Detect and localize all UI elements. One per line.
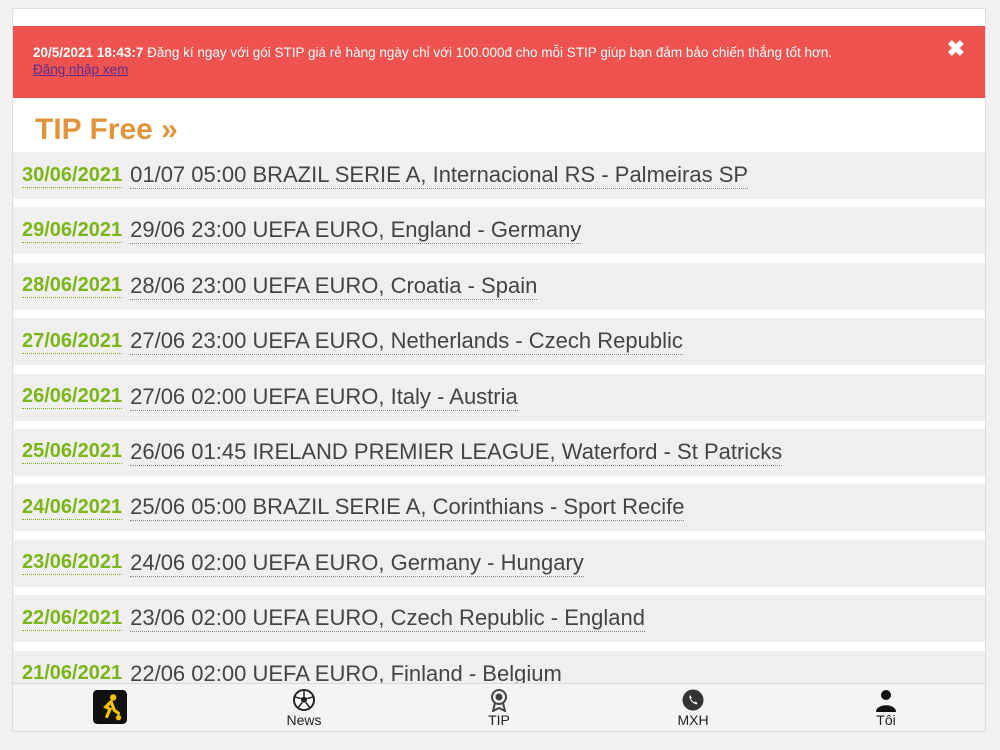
medal-icon — [491, 689, 507, 712]
tip-row[interactable]: 24/06/2021 25/06 05:00 BRAZIL SERIE A, Co… — [13, 484, 985, 532]
tip-row[interactable]: 30/06/2021 01/07 05:00 BRAZIL SERIE A, In… — [13, 152, 985, 199]
tip-row[interactable]: 26/06/2021 27/06 02:00 UEFA EURO, Italy -… — [13, 373, 985, 421]
tip-row[interactable]: 22/06/2021 23/06 02:00 UEFA EURO, Czech R… — [13, 595, 985, 643]
tip-row[interactable]: 28/06/2021 28/06 23:00 UEFA EURO, Croatia… — [13, 262, 985, 310]
soccer-ball-icon — [293, 689, 315, 711]
user-icon — [876, 690, 896, 712]
tip-text[interactable]: 24/06 02:00 UEFA EURO, Germany - Hungary — [130, 550, 584, 577]
soccer-player-icon — [93, 690, 127, 724]
tip-text[interactable]: 29/06 23:00 UEFA EURO, England - Germany — [130, 217, 582, 245]
tip-date[interactable]: 22/06/2021 — [22, 607, 123, 631]
nav-home[interactable] — [50, 684, 170, 731]
bottom-nav: News TIP MXH Tôi — [13, 683, 985, 731]
tip-row[interactable]: 29/06/2021 29/06 23:00 UEFA EURO, England… — [13, 207, 985, 255]
tip-row[interactable]: 25/06/2021 26/06 01:45 IRELAND PREMIER LE… — [13, 428, 985, 476]
alert-date: 20/5/2021 18:43:7 — [33, 45, 144, 60]
tip-text[interactable]: 01/07 05:00 BRAZIL SERIE A, Internaciona… — [130, 162, 749, 189]
tip-text[interactable]: 27/06 02:00 UEFA EURO, Italy - Austria — [130, 384, 518, 411]
tip-text[interactable]: 27/06 23:00 UEFA EURO, Netherlands - Cze… — [130, 328, 683, 356]
nav-profile[interactable]: Tôi — [826, 684, 946, 731]
nav-profile-label: Tôi — [876, 712, 896, 728]
nav-tip-label: TIP — [488, 712, 510, 728]
tip-text[interactable]: 26/06 01:45 IRELAND PREMIER LEAGUE, Wate… — [130, 439, 783, 466]
promo-alert: 20/5/2021 18:43:7 Đăng kí ngay với gói S… — [13, 26, 985, 98]
phone-chat-icon — [682, 689, 704, 711]
tip-date[interactable]: 27/06/2021 — [22, 330, 123, 354]
nav-news[interactable]: News — [244, 684, 364, 731]
tip-text[interactable]: 28/06 23:00 UEFA EURO, Croatia - Spain — [130, 273, 538, 300]
tip-text[interactable]: 23/06 02:00 UEFA EURO, Czech Republic - … — [130, 605, 645, 633]
nav-news-label: News — [286, 712, 322, 728]
tip-date[interactable]: 30/06/2021 — [22, 164, 123, 188]
tip-date[interactable]: 23/06/2021 — [22, 551, 123, 576]
nav-tip[interactable]: TIP — [439, 684, 559, 731]
app-frame: 20/5/2021 18:43:7 Đăng kí ngay với gói S… — [12, 8, 986, 732]
tip-date[interactable]: 26/06/2021 — [22, 385, 123, 410]
alert-message: Đăng kí ngay với gói STIP giá rẻ hàng ng… — [147, 45, 833, 60]
tip-list: 30/06/2021 01/07 05:00 BRAZIL SERIE A, In… — [13, 152, 985, 706]
tip-date[interactable]: 29/06/2021 — [22, 219, 123, 243]
tip-row[interactable]: 23/06/2021 24/06 02:00 UEFA EURO, Germany… — [13, 539, 985, 587]
tip-date[interactable]: 24/06/2021 — [22, 496, 123, 520]
tip-date[interactable]: 25/06/2021 — [22, 440, 123, 465]
tip-row[interactable]: 27/06/2021 27/06 23:00 UEFA EURO, Netherl… — [13, 318, 985, 366]
tip-text[interactable]: 25/06 05:00 BRAZIL SERIE A, Corinthians … — [130, 494, 685, 522]
page-title[interactable]: TIP Free » — [35, 113, 178, 147]
tip-date[interactable]: 28/06/2021 — [22, 274, 123, 299]
login-link[interactable]: Đăng nhập xem — [33, 61, 925, 78]
close-icon[interactable]: ✖ — [947, 38, 965, 60]
nav-mxh[interactable]: MXH — [633, 684, 753, 731]
nav-mxh-label: MXH — [677, 712, 709, 728]
